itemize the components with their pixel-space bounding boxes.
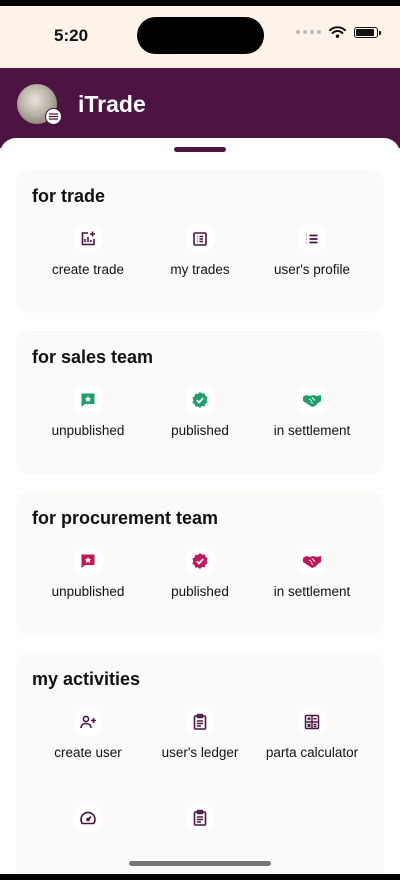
item-label: user's ledger <box>161 745 239 760</box>
status-time: 5:20 <box>54 26 89 45</box>
item-label: published <box>171 423 229 438</box>
list-icon <box>297 224 327 254</box>
users-profile-button[interactable]: user's profile <box>256 224 368 277</box>
verified-check-icon <box>185 385 215 415</box>
add-user-icon <box>73 707 103 737</box>
battery-icon <box>354 26 381 38</box>
procurement-published-button[interactable]: published <box>144 546 256 599</box>
create-trade-button[interactable]: create trade <box>32 224 144 277</box>
procurement-unpublished-button[interactable]: unpublished <box>32 546 144 599</box>
verified-check-icon <box>185 546 215 576</box>
star-chat-icon <box>73 546 103 576</box>
signal-dots-icon <box>296 30 321 34</box>
list-alt-icon <box>185 224 215 254</box>
clipboard-icon <box>185 707 215 737</box>
bottom-sheet: for trade create trade my trades user's … <box>0 138 400 880</box>
trade-card: for trade create trade my trades user's … <box>16 170 384 313</box>
dynamic-island <box>137 17 264 54</box>
activities-card: my activities create user user's ledger … <box>16 653 384 880</box>
activities-section-title: my activities <box>32 669 141 689</box>
star-chat-icon <box>73 385 103 415</box>
item-label: create user <box>54 745 122 760</box>
sales-section-title: for sales team <box>32 347 154 367</box>
status-icons <box>296 26 381 38</box>
device-bezel-bottom <box>0 874 400 880</box>
item-label: my trades <box>170 262 230 277</box>
item-label: in settlement <box>273 423 351 438</box>
speed-gauge-icon <box>73 803 103 833</box>
app-header: iTrade <box>0 68 400 148</box>
report-button[interactable] <box>144 803 256 841</box>
wifi-icon <box>329 26 346 38</box>
handshake-icon <box>297 385 327 415</box>
dashboard-button[interactable] <box>32 803 144 841</box>
sheet-drag-handle[interactable] <box>174 147 226 152</box>
item-label: create trade <box>51 262 125 277</box>
item-label: published <box>171 584 229 599</box>
item-label: unpublished <box>51 584 125 599</box>
sales-published-button[interactable]: published <box>144 385 256 438</box>
users-ledger-button[interactable]: user's ledger <box>144 707 256 760</box>
calculator-icon <box>297 707 327 737</box>
sales-card: for sales team unpublished published in … <box>16 331 384 474</box>
item-label: parta calculator <box>265 745 359 760</box>
home-indicator[interactable] <box>129 861 271 866</box>
sales-unpublished-button[interactable]: unpublished <box>32 385 144 438</box>
my-trades-button[interactable]: my trades <box>144 224 256 277</box>
create-user-button[interactable]: create user <box>32 707 144 760</box>
clipboard-icon <box>185 803 215 833</box>
parta-calculator-button[interactable]: parta calculator <box>256 707 368 760</box>
trade-section-title: for trade <box>32 186 106 206</box>
menu-badge-icon[interactable] <box>45 108 62 125</box>
procurement-card: for procurement team unpublished publish… <box>16 492 384 635</box>
add-chart-icon <box>73 224 103 254</box>
item-label: in settlement <box>273 584 351 599</box>
handshake-icon <box>297 546 327 576</box>
item-label: unpublished <box>51 423 125 438</box>
app-title: iTrade <box>78 91 146 117</box>
sales-in-settlement-button[interactable]: in settlement <box>256 385 368 438</box>
procurement-section-title: for procurement team <box>32 508 219 528</box>
status-bar: 5:20 <box>0 6 400 68</box>
app-screen: 5:20 iTrade for trade create trade my tr… <box>0 0 400 880</box>
item-label: user's profile <box>273 262 351 277</box>
procurement-in-settlement-button[interactable]: in settlement <box>256 546 368 599</box>
